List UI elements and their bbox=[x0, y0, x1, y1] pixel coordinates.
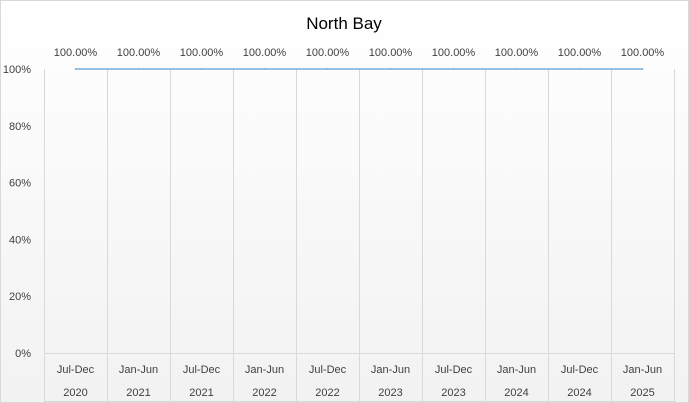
data-label: 100.00% bbox=[495, 47, 539, 59]
data-label: 100.00% bbox=[369, 47, 413, 59]
data-point bbox=[515, 68, 518, 70]
x-tick-label-period: Jan-Jun bbox=[497, 364, 536, 376]
x-tick-label-period: Jan-Jun bbox=[119, 364, 158, 376]
x-tick-label-period: Jul-Dec bbox=[435, 364, 473, 376]
x-tick-label-year: 2022 bbox=[315, 387, 339, 399]
data-point bbox=[578, 68, 581, 70]
data-point bbox=[263, 68, 266, 70]
x-tick-label-period: Jan-Jun bbox=[371, 364, 410, 376]
y-tick-label: 20% bbox=[9, 291, 31, 303]
data-point bbox=[200, 68, 203, 70]
x-tick-label-year: 2025 bbox=[630, 387, 654, 399]
chart-frame bbox=[0, 0, 689, 403]
chart-svg: North Bay 0% 20% 40% 60% 80% 100% Jul-Dec 2020 J… bbox=[0, 0, 689, 403]
chart-container: North Bay 0% 20% 40% 60% 80% 100% Jul-Dec 2020 J… bbox=[0, 0, 689, 403]
data-point bbox=[74, 68, 77, 70]
data-label: 100.00% bbox=[558, 47, 602, 59]
x-tick-label-year: 2022 bbox=[252, 387, 276, 399]
data-label: 100.00% bbox=[306, 47, 350, 59]
y-tick-label: 100% bbox=[3, 64, 31, 76]
y-tick-label: 80% bbox=[9, 121, 31, 133]
x-tick-label-year: 2023 bbox=[378, 387, 402, 399]
data-point bbox=[326, 68, 329, 70]
data-point bbox=[389, 68, 392, 70]
data-label: 100.00% bbox=[621, 47, 665, 59]
data-label: 100.00% bbox=[243, 47, 287, 59]
x-tick-label-year: 2024 bbox=[567, 387, 591, 399]
y-tick-label: 40% bbox=[9, 234, 31, 246]
x-tick-label-period: Jul-Dec bbox=[561, 364, 599, 376]
x-tick-label-year: 2023 bbox=[441, 387, 465, 399]
data-label: 100.00% bbox=[432, 47, 476, 59]
x-tick-label-period: Jan-Jun bbox=[623, 364, 662, 376]
x-tick-label-period: Jul-Dec bbox=[57, 364, 95, 376]
x-tick-label-period: Jan-Jun bbox=[245, 364, 284, 376]
y-tick-label: 0% bbox=[15, 348, 31, 360]
x-tick-label-year: 2020 bbox=[63, 387, 87, 399]
data-label: 100.00% bbox=[117, 47, 161, 59]
y-tick-label: 60% bbox=[9, 178, 31, 190]
x-tick-label-year: 2021 bbox=[189, 387, 213, 399]
chart-title: North Bay bbox=[306, 14, 382, 33]
data-point bbox=[641, 68, 644, 70]
data-label: 100.00% bbox=[54, 47, 98, 59]
x-tick-label-period: Jul-Dec bbox=[309, 364, 347, 376]
series-layer bbox=[74, 68, 644, 70]
x-tick-label-period: Jul-Dec bbox=[183, 364, 221, 376]
x-tick-label-year: 2024 bbox=[504, 387, 528, 399]
data-point bbox=[137, 68, 140, 70]
x-tick-label-year: 2021 bbox=[126, 387, 150, 399]
data-point bbox=[452, 68, 455, 70]
data-label: 100.00% bbox=[180, 47, 224, 59]
